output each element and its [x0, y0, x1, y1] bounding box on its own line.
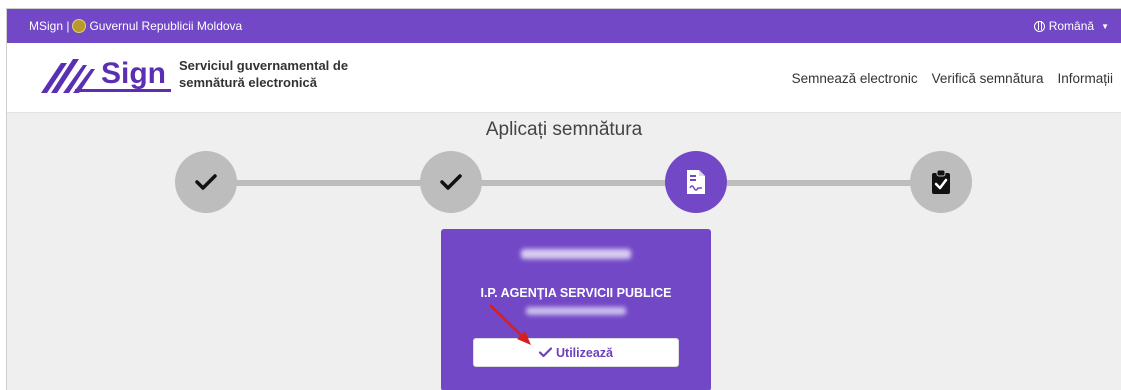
- browser-viewport: MSign | Guvernul Republicii Moldova Româ…: [6, 8, 1121, 390]
- language-label: Română: [1048, 19, 1095, 33]
- top-bar: MSign | Guvernul Republicii Moldova Româ…: [7, 9, 1121, 43]
- nav-information[interactable]: Informații: [1057, 71, 1113, 86]
- globe-icon: [1033, 20, 1045, 32]
- moldova-emblem-icon: [72, 19, 87, 33]
- step-4-pending: [910, 151, 972, 213]
- service-name-line1: Serviciul guvernamental de: [179, 58, 349, 73]
- brand-text: MSign |: [29, 19, 70, 33]
- caret-down-icon: ▼: [1101, 21, 1109, 31]
- step-connector: [481, 180, 671, 186]
- step-1-done: [175, 151, 237, 213]
- step-2-done: [420, 151, 482, 213]
- certificate-id-redacted: [441, 307, 711, 315]
- certificate-holder-name-redacted: [441, 249, 711, 259]
- check-icon: [195, 174, 217, 190]
- logo-text: Sign: [101, 57, 166, 90]
- nav-sign-electronic[interactable]: Semnează electronic: [792, 71, 918, 86]
- nav-verify-signature[interactable]: Verifică semnătura: [932, 71, 1044, 86]
- service-name: Serviciul guvernamental de semnătură ele…: [179, 57, 348, 91]
- page-title: Aplicați semnătura: [485, 119, 643, 140]
- step-connector: [727, 180, 917, 186]
- service-name-line2: semnătură electronică: [179, 75, 318, 90]
- top-bar-brand: MSign | Guvernul Republicii Moldova: [29, 19, 242, 33]
- clipboard-check-icon: [932, 169, 950, 194]
- language-selector[interactable]: Română ▼: [1033, 9, 1109, 43]
- certificate-organization: I.P. AGENŢIA SERVICII PUBLICE: [480, 286, 672, 300]
- progress-steps: [7, 151, 1121, 215]
- step-connector: [235, 180, 425, 186]
- signature-document-icon: [687, 170, 705, 194]
- annotation-arrow: [489, 304, 531, 345]
- use-certificate-label: Utilizează: [556, 345, 613, 360]
- msign-logo[interactable]: Sign: [35, 53, 175, 99]
- certificate-card[interactable]: I.P. AGENŢIA SERVICII PUBLICE Utilizează: [441, 229, 711, 390]
- main-nav: Semnează electronic Verifică semnătura I…: [792, 71, 1113, 86]
- step-3-active: [665, 151, 727, 213]
- site-header: Sign Serviciul guvernamental de semnătur…: [7, 43, 1121, 113]
- government-link[interactable]: Guvernul Republicii Moldova: [89, 19, 242, 33]
- check-icon: [440, 174, 462, 190]
